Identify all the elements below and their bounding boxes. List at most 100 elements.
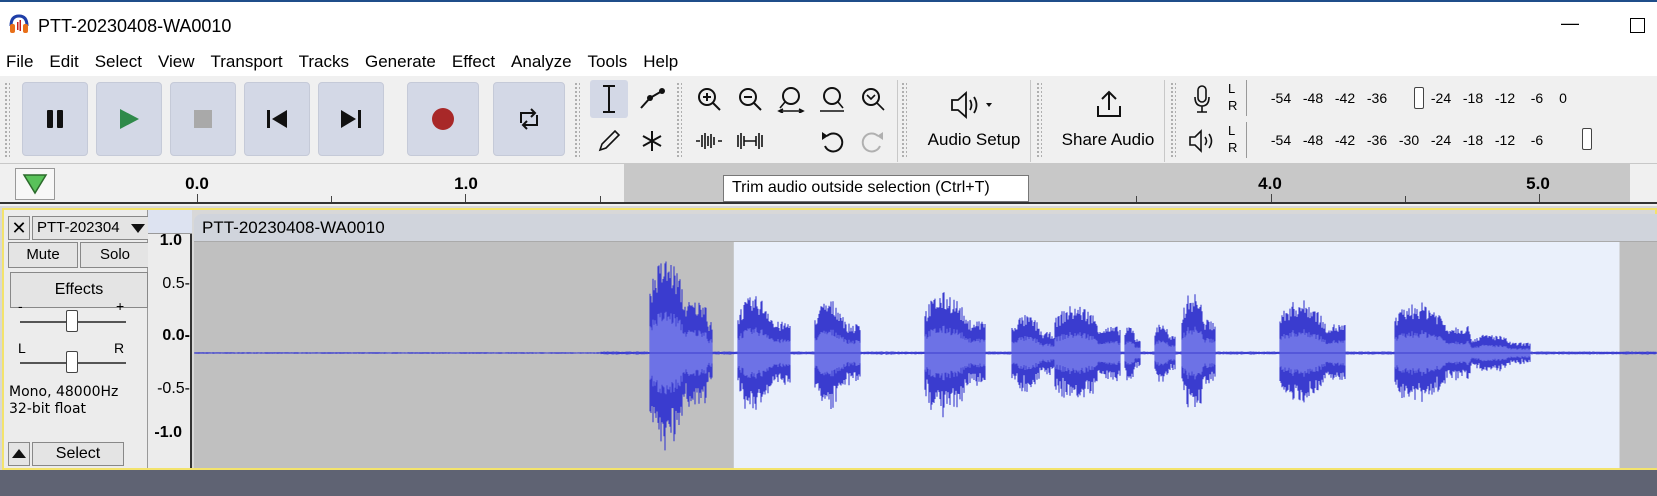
silence-selection-button[interactable]: [731, 122, 769, 160]
toolbar-grip[interactable]: [4, 82, 10, 158]
redo-icon: [861, 132, 883, 153]
menu-generate[interactable]: Generate: [357, 46, 444, 76]
pan-left-label: L: [18, 340, 26, 356]
clip-title: PTT-20230408-WA0010: [202, 218, 385, 237]
track-format-info: Mono, 48000Hz 32-bit float: [9, 384, 118, 418]
audacity-logo-icon: [9, 14, 29, 33]
meter-tick-label: -54: [1270, 132, 1292, 148]
pencil-icon: [598, 129, 621, 152]
timeline-label: 0.0: [185, 174, 209, 193]
record-level-slider[interactable]: [1414, 87, 1424, 109]
play-button[interactable]: [96, 82, 162, 156]
envelope-tool[interactable]: [633, 80, 671, 118]
gain-minus-label: -: [18, 298, 23, 314]
microphone-icon: [1194, 85, 1210, 113]
pause-button[interactable]: [22, 82, 88, 156]
gain-slider[interactable]: [66, 310, 78, 332]
playback-meter-scale[interactable]: -54 -48 -42 -36 -30 -24 -18 -12 -6: [1246, 122, 1590, 158]
loop-button[interactable]: [493, 82, 565, 156]
stop-icon: [194, 110, 212, 128]
menu-tracks[interactable]: Tracks: [291, 46, 357, 76]
zoom-toggle-button[interactable]: [854, 80, 892, 118]
audio-setup-grip[interactable]: [901, 82, 907, 158]
pause-icon: [47, 110, 63, 128]
meter-grip[interactable]: [1170, 82, 1176, 158]
fit-selection-button[interactable]: [772, 80, 810, 118]
zoom-out-button[interactable]: [731, 80, 769, 118]
envelope-icon: [640, 88, 665, 109]
menu-select[interactable]: Select: [87, 46, 150, 76]
menu-transport[interactable]: Transport: [203, 46, 291, 76]
meter-tick-label: -12: [1494, 90, 1516, 106]
meter-tick-label: -42: [1334, 132, 1356, 148]
amplitude-label: -0.5-: [157, 380, 190, 397]
meter-tick-label: -6: [1530, 90, 1544, 106]
menu-edit[interactable]: Edit: [41, 46, 86, 76]
timeline-tick: [1271, 194, 1272, 202]
play-head-icon: [22, 174, 48, 195]
menu-view[interactable]: View: [150, 46, 203, 76]
undo-button[interactable]: [813, 122, 851, 160]
meter-tick-label: -24: [1430, 90, 1452, 106]
meter-tick-label: -42: [1334, 90, 1356, 106]
trim-tooltip: Trim audio outside selection (Ctrl+T): [723, 175, 1029, 202]
share-audio-button[interactable]: Share Audio: [1052, 80, 1164, 160]
chevron-up-icon: [12, 449, 26, 458]
toolbar-separator: [1030, 80, 1031, 162]
timeline-label: 1.0: [454, 174, 478, 193]
share-upload-icon: [1097, 90, 1121, 117]
zoom-fit-icon: [820, 87, 844, 112]
chevron-down-icon: [131, 224, 145, 233]
trim-outside-selection-button[interactable]: [690, 122, 728, 160]
effects-button[interactable]: Effects: [10, 272, 148, 308]
playback-level-slider[interactable]: [1582, 128, 1592, 150]
skip-to-start-button[interactable]: [244, 82, 310, 156]
maximize-button[interactable]: [1625, 12, 1649, 36]
amplitude-label: -1.0: [154, 424, 182, 441]
stop-button[interactable]: [170, 82, 236, 156]
draw-tool[interactable]: [590, 122, 628, 160]
track-menu-button[interactable]: PTT-202304: [32, 216, 150, 240]
meter-tick-label: -30: [1398, 132, 1420, 148]
collapse-track-button[interactable]: [8, 442, 30, 466]
multi-tool[interactable]: [633, 122, 671, 160]
record-meter-button[interactable]: [1183, 80, 1221, 118]
tools-grip[interactable]: [574, 82, 580, 158]
waveform[interactable]: [194, 242, 1657, 468]
menu-effect[interactable]: Effect: [444, 46, 503, 76]
play-head-button[interactable]: [15, 168, 55, 200]
timeline-label: 5.0: [1526, 174, 1550, 193]
skip-to-end-button[interactable]: [318, 82, 384, 156]
playback-meter-button[interactable]: [1183, 122, 1221, 160]
select-track-button[interactable]: Select: [32, 442, 124, 466]
fit-project-button[interactable]: [813, 80, 851, 118]
share-audio-grip[interactable]: [1036, 82, 1042, 158]
mute-button[interactable]: Mute: [8, 242, 78, 268]
pan-right-label: R: [114, 340, 125, 356]
redo-button[interactable]: [854, 122, 892, 160]
solo-button[interactable]: Solo: [80, 242, 150, 268]
record-icon: [432, 108, 454, 130]
clip-header[interactable]: PTT-20230408-WA0010: [194, 214, 1657, 242]
trim-audio-icon: [696, 133, 722, 149]
pan-slider[interactable]: [66, 351, 78, 373]
menu-help[interactable]: Help: [635, 46, 686, 76]
zoom-in-button[interactable]: [690, 80, 728, 118]
zoom-in-icon: [698, 88, 721, 111]
track-name-short: PTT-202304: [37, 219, 120, 236]
menu-analyze[interactable]: Analyze: [503, 46, 579, 76]
menu-file[interactable]: File: [0, 46, 41, 76]
selection-tool[interactable]: [590, 80, 628, 118]
close-track-button[interactable]: ✕: [8, 216, 30, 240]
channel-l: L: [1228, 123, 1236, 138]
record-button[interactable]: [407, 82, 479, 156]
amplitude-label: 0.0-: [162, 327, 190, 344]
channel-r: R: [1228, 98, 1238, 113]
edit-grip[interactable]: [676, 82, 682, 158]
play-icon: [120, 109, 139, 129]
amplitude-ruler[interactable]: 1.0 0.5- 0.0- -0.5- -1.0: [148, 210, 192, 468]
minimize-button[interactable]: —: [1558, 12, 1582, 36]
menu-tools[interactable]: Tools: [580, 46, 636, 76]
menu-bar: File Edit Select View Transport Tracks G…: [0, 46, 1657, 76]
audio-setup-button[interactable]: Audio Setup: [918, 80, 1030, 160]
